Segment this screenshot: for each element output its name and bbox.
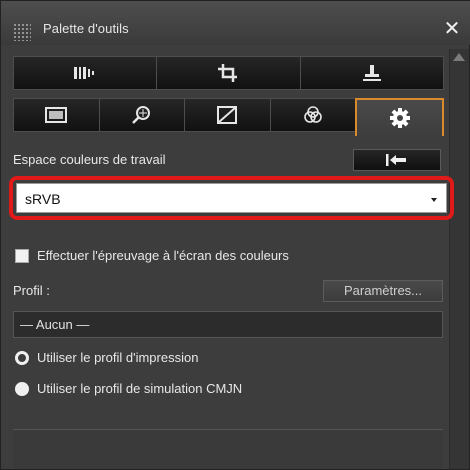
print-profile-label: Utiliser le profil d'impression [37,350,199,365]
print-profile-radio[interactable] [15,351,29,365]
title-bar[interactable]: Palette d'outils ✕ [1,1,470,45]
settings-tab[interactable] [355,98,444,136]
soft-proof-label: Effectuer l'épreuvage à l'écran des coul… [37,248,289,263]
tone-curve-icon [217,106,238,124]
reset-arrow-icon [386,154,406,166]
zoom-tab[interactable] [98,98,186,132]
working-space-value: sRVB [25,191,61,207]
profile-value: — Aucun — [20,317,90,332]
working-space-label: Espace couleurs de travail [13,152,166,167]
scroll-up-arrow-icon[interactable] [453,53,465,61]
window-title: Palette d'outils [43,21,129,36]
color-circles-icon [304,106,322,123]
stamp-icon [362,65,381,81]
tool-tabs-row-2 [13,98,444,136]
profile-field[interactable]: — Aucun — [13,311,443,338]
drag-grip-icon[interactable] [13,23,31,41]
vertical-scrollbar[interactable] [449,49,469,469]
image-icon [45,107,68,123]
tool-tabs-row-1 [13,56,444,90]
image-tab[interactable] [13,98,100,132]
zoom-icon [132,106,150,124]
gear-icon [389,108,410,128]
color-tab[interactable] [269,98,357,132]
soft-proof-checkbox[interactable] [15,249,29,263]
highlight-ring: sRVB [9,176,454,220]
basic-adjust-tab[interactable] [13,56,158,90]
bottom-panel [13,429,443,469]
adjust-icon [74,67,95,79]
crop-icon [218,64,238,82]
stamp-tab[interactable] [299,56,444,90]
tone-curve-tab[interactable] [184,98,271,132]
cmyk-simulation-radio[interactable] [15,382,29,396]
working-space-select[interactable]: sRVB [16,183,447,213]
tool-palette-window: Palette d'outils ✕ Espace couleurs de tr… [0,0,470,470]
reset-button[interactable] [353,149,441,171]
close-button[interactable]: ✕ [441,18,463,40]
cmyk-simulation-label: Utiliser le profil de simulation CMJN [37,381,243,396]
profile-label: Profil : [13,283,50,298]
chevron-down-icon [431,198,437,202]
crop-tab[interactable] [156,56,301,90]
parameters-button[interactable]: Paramètres... [323,280,443,302]
